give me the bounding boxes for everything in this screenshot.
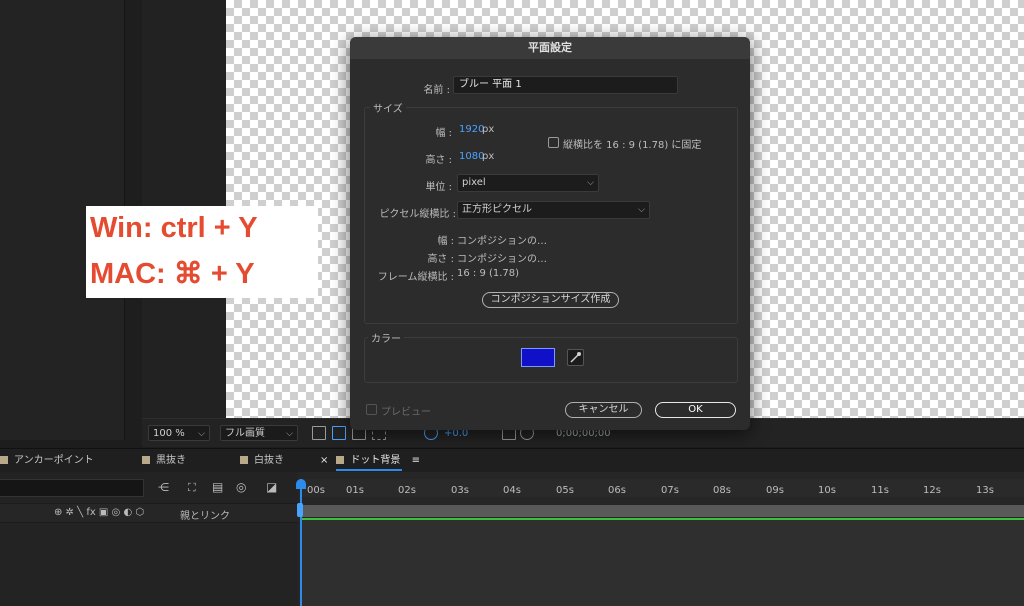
height-label: 高さ : (425, 155, 452, 166)
solid-settings-dialog: 平面設定 名前 : ブルー 平面 1 サイズ 幅 : 1920 px 高さ : … (350, 37, 750, 430)
ruler-tick: 07s (661, 485, 679, 496)
composition-mini-flowchart-icon[interactable]: ⋲ (158, 481, 176, 495)
zoom-value: 100 % (153, 428, 185, 439)
ruler-tick: 12s (923, 485, 941, 496)
tab-label: 黒抜き (156, 455, 186, 466)
frame-aspect-value: 16 : 9 (1.78) (457, 268, 520, 279)
ruler-tick: 01s (346, 485, 364, 496)
layer-switches-icons[interactable]: ⊕ ✲ ╲ fx ▣ ◎ ◐ ⬡ (54, 507, 144, 518)
work-area-start-handle[interactable] (297, 503, 303, 517)
layer-search-input[interactable] (0, 479, 144, 497)
lock-aspect-checkbox[interactable] (548, 137, 559, 148)
panel-menu-icon[interactable]: ≡ (412, 455, 420, 466)
comp-color-swatch (240, 456, 248, 464)
height-unit: px (482, 151, 495, 162)
units-value: pixel (462, 177, 486, 188)
width-label: 幅 : (435, 128, 452, 139)
parent-link-column[interactable]: 親とリンク (180, 507, 230, 522)
preview-checkbox[interactable] (366, 404, 377, 415)
width-value[interactable]: 1920 (459, 124, 484, 135)
ruler-tick: 04s (503, 485, 521, 496)
tab-label: 白抜き (254, 455, 284, 466)
active-tab-indicator (336, 469, 402, 471)
cancel-button[interactable]: キャンセル (565, 402, 642, 418)
size-group-title: サイズ (370, 100, 406, 115)
ruler-tick: 02s (398, 485, 416, 496)
resolution-dropdown[interactable]: フル画質 ⌵ (220, 425, 298, 441)
playhead-handle[interactable] (296, 479, 306, 489)
tab-kuronuki[interactable]: 黒抜き (142, 449, 186, 473)
timeline-column-header: ⊕ ✲ ╲ fx ▣ ◎ ◐ ⬡ 親とリンク (0, 503, 298, 523)
current-time-indicator[interactable] (300, 479, 302, 606)
frame-aspect-label: フレーム縦横比 : (377, 272, 454, 283)
motion-blur-icon[interactable]: ◪ (266, 480, 282, 494)
units-label: 単位 : (425, 182, 452, 193)
ruler-tick: 11s (871, 485, 889, 496)
zoom-dropdown[interactable]: 100 % ⌵ (148, 425, 210, 441)
eyedropper-button[interactable] (567, 349, 584, 366)
info-width-label: 幅 : (437, 236, 454, 247)
width-unit: px (482, 124, 495, 135)
tab-label: アンカーポイント (14, 455, 94, 466)
comp-color-swatch (0, 456, 8, 464)
ruler-tick: 08s (713, 485, 731, 496)
region-of-interest-icon[interactable] (312, 426, 326, 440)
comp-color-swatch (336, 456, 345, 464)
shortcut-mac: MAC: ⌘ + Y (90, 258, 255, 290)
transparency-grid-icon[interactable] (332, 426, 346, 440)
name-input[interactable]: ブルー 平面 1 (453, 76, 678, 94)
close-icon[interactable]: × (320, 455, 328, 466)
ruler-tick: 10s (818, 485, 836, 496)
frame-blending-icon[interactable]: ◎ (236, 480, 252, 494)
ruler-tick: 03s (451, 485, 469, 496)
pixel-aspect-value: 正方形ピクセル (462, 204, 532, 215)
work-area-bar[interactable] (302, 505, 1024, 517)
tab-shironuki[interactable]: 白抜き (240, 449, 284, 473)
make-comp-size-button[interactable]: コンポジションサイズ作成 (482, 292, 619, 308)
height-value[interactable]: 1080 (459, 151, 484, 162)
ruler-tick: 06s (608, 485, 626, 496)
chevron-down-icon: ⌵ (286, 429, 293, 439)
shortcut-win: Win: ctrl + Y (90, 212, 258, 244)
ok-button[interactable]: OK (655, 402, 736, 418)
eyedropper-icon (570, 352, 581, 363)
info-height-label: 高さ : (427, 254, 454, 265)
ruler-tick: 05s (556, 485, 574, 496)
chevron-down-icon: ⌵ (198, 429, 205, 439)
hide-shy-layers-icon[interactable]: ▤ (212, 480, 228, 494)
pixel-aspect-dropdown[interactable]: 正方形ピクセル ⌵ (457, 201, 650, 219)
layer-track-area[interactable] (302, 520, 1024, 606)
shortcut-overlay: Win: ctrl + Y MAC: ⌘ + Y (86, 206, 318, 298)
color-swatch[interactable] (521, 348, 555, 367)
info-height-value: コンポジションの… (457, 254, 547, 265)
dialog-title: 平面設定 (350, 37, 750, 59)
chevron-down-icon: ⌵ (587, 178, 594, 188)
tab-anchor-point[interactable]: アンカーポイント (0, 449, 94, 473)
ruler-tick: 13s (976, 485, 994, 496)
units-dropdown[interactable]: pixel ⌵ (457, 174, 599, 192)
color-group-title: カラー (368, 330, 404, 345)
resolution-value: フル画質 (225, 428, 265, 439)
timeline-tabs: アンカーポイント 黒抜き 白抜き × ドット背景 ≡ (0, 448, 1024, 473)
time-ruler[interactable]: 00s 01s 02s 03s 04s 05s 06s 07s 08s 09s … (302, 479, 1024, 497)
tab-dot-background[interactable]: × ドット背景 ≡ (320, 449, 420, 473)
ruler-tick: 09s (766, 485, 784, 496)
lock-aspect-label[interactable]: 縦横比を 16 : 9 (1.78) に固定 (563, 136, 701, 151)
draft-3d-icon[interactable]: ⛶ (188, 481, 204, 495)
tab-label: ドット背景 (350, 455, 401, 466)
chevron-down-icon: ⌵ (638, 205, 645, 215)
comp-color-swatch (142, 456, 150, 464)
preview-label: プレビュー (381, 407, 431, 418)
info-width-value: コンポジションの… (457, 236, 547, 247)
pixel-aspect-label: ピクセル縦横比 : (379, 209, 456, 220)
name-label: 名前 : (423, 85, 450, 96)
ruler-tick: 00s (307, 485, 325, 496)
